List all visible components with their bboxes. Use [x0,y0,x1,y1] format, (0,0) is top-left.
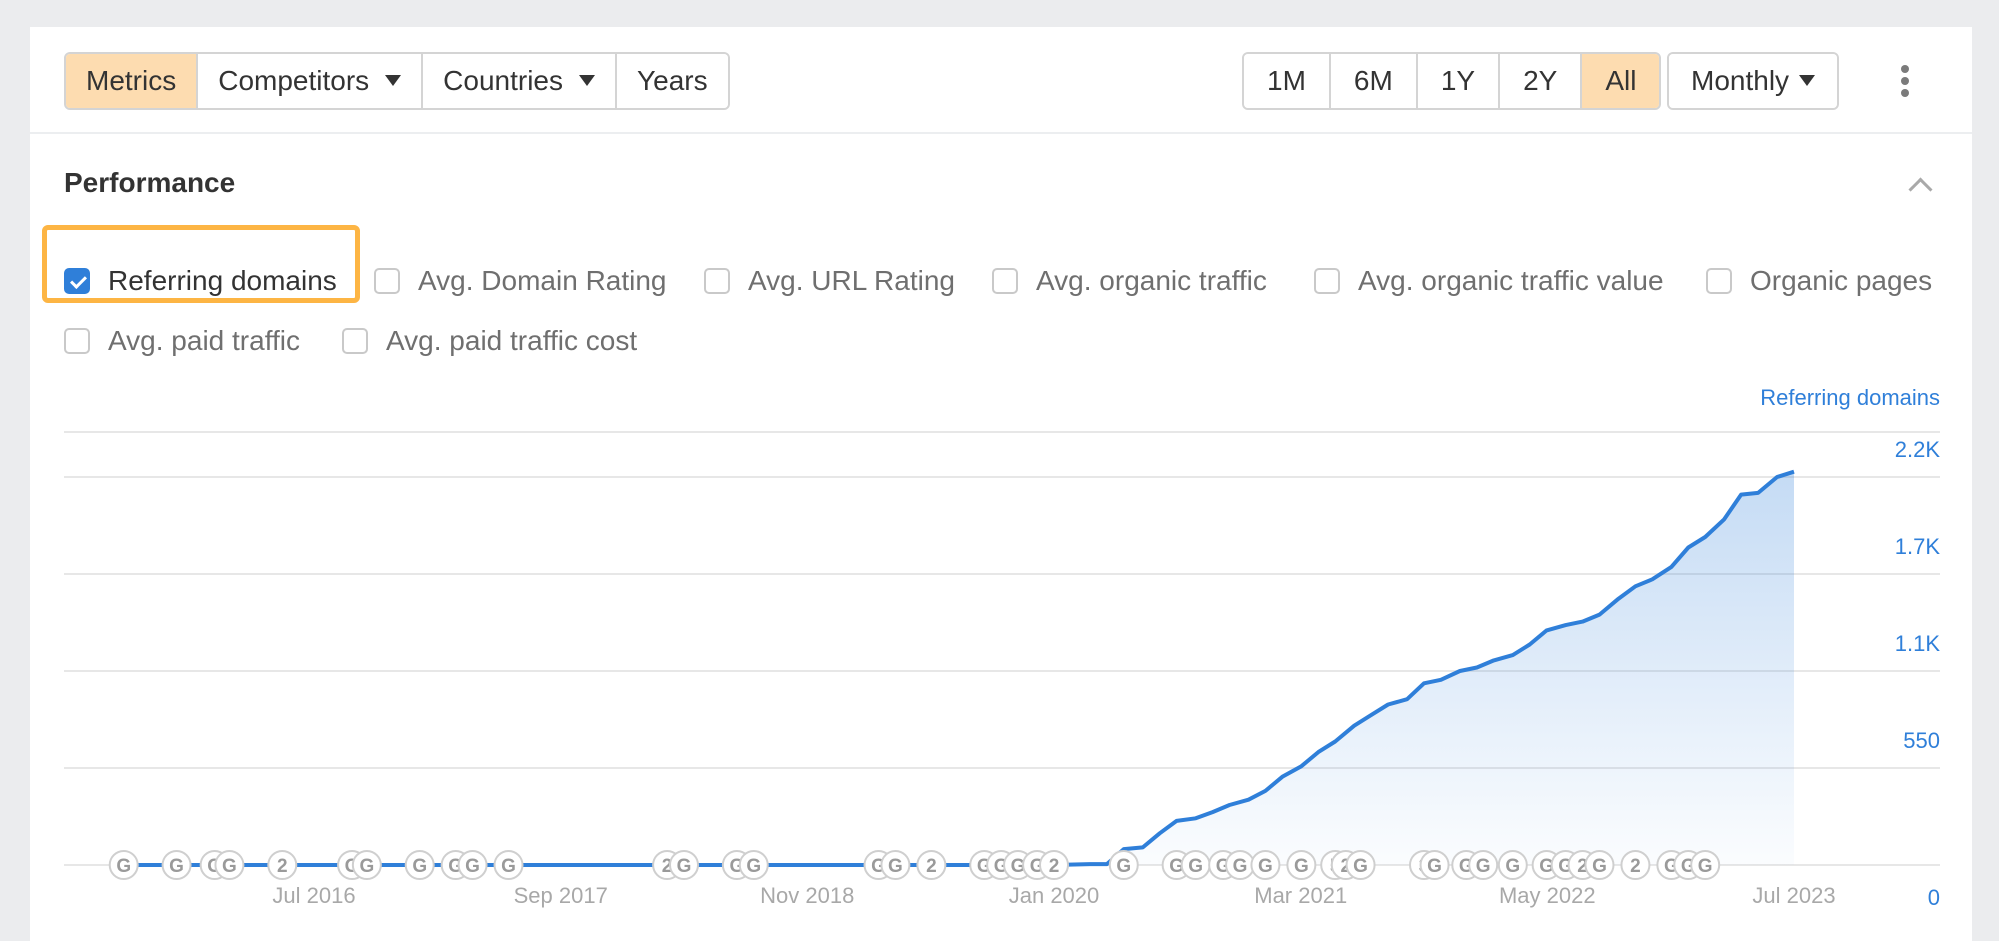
update-marker[interactable]: 2 [1620,850,1651,880]
update-marker[interactable]: G [1345,850,1376,880]
update-marker[interactable]: 2 [916,850,947,880]
update-marker[interactable]: G [1108,850,1139,880]
marker-label: G [501,856,516,877]
marker-label: 2 [1049,856,1060,877]
y-tick-label: 2.2K [1895,437,1941,462]
update-marker[interactable]: G [493,850,524,880]
y-tick-label: 1.1K [1895,631,1941,656]
marker-label: G [465,856,480,877]
marker-label: G [1427,856,1442,877]
x-tick-label: May 2022 [1499,883,1596,908]
marker-label: G [1258,856,1273,877]
update-marker[interactable]: G [351,850,382,880]
update-marker[interactable]: G [214,850,245,880]
x-tick-label: Sep 2017 [514,883,608,908]
update-marker[interactable]: G [1690,850,1721,880]
marker-label: 2 [926,856,937,877]
update-marker[interactable]: G [1584,850,1615,880]
y-tick-label: 550 [1903,728,1940,753]
x-tick-label: Nov 2018 [760,883,854,908]
update-marker[interactable]: G [1286,850,1317,880]
marker-label: G [1592,856,1607,877]
update-marker[interactable]: G [1419,850,1450,880]
update-marker[interactable]: G [108,850,139,880]
marker-label: 2 [277,856,288,877]
marker-label: G [746,856,761,877]
marker-label: G [1353,856,1368,877]
update-marker[interactable]: G [669,850,699,880]
x-tick-label: Jul 2023 [1752,883,1835,908]
marker-label: G [1698,856,1713,877]
update-marker[interactable]: 2 [1039,850,1069,880]
marker-label: G [116,856,131,877]
referring-domains-chart: GGGG2GGGGGG2GGGGG2GGGG2GGGGGGG52G3GGGGGG… [64,431,1941,910]
update-marker[interactable]: G [161,850,192,880]
y-tick-label: 0 [1928,885,1940,910]
update-marker[interactable]: G [880,850,911,880]
marker-label: G [222,856,237,877]
update-marker[interactable]: G [404,850,435,880]
marker-label: G [412,856,427,877]
marker-label: G [359,856,374,877]
marker-label: G [1188,856,1203,877]
x-tick-label: Jul 2016 [272,883,355,908]
x-tick-label: Mar 2021 [1254,883,1347,908]
update-marker[interactable]: G [1180,850,1211,880]
marker-label: G [169,856,184,877]
y-tick-label: 1.7K [1895,534,1941,559]
marker-label: G [1294,856,1309,877]
marker-label: G [1505,856,1520,877]
marker-label: G [1476,856,1491,877]
performance-card: Metrics Competitors Countries Years 1M 6M 1Y 2… [30,27,1972,941]
update-marker[interactable]: G [1497,850,1528,880]
x-tick-label: Jan 2020 [1009,883,1100,908]
update-marker[interactable]: G [1225,850,1256,880]
update-marker[interactable]: G [1468,850,1499,880]
marker-label: G [1233,856,1248,877]
update-marker[interactable]: G [1250,850,1281,880]
update-marker[interactable]: 2 [267,850,298,880]
update-marker[interactable]: G [738,850,769,880]
marker-label: G [677,856,692,877]
update-marker[interactable]: G [457,850,488,880]
series-area [1054,471,1794,865]
marker-label: 2 [1630,856,1641,877]
marker-label: G [888,856,903,877]
marker-label: G [1116,856,1131,877]
